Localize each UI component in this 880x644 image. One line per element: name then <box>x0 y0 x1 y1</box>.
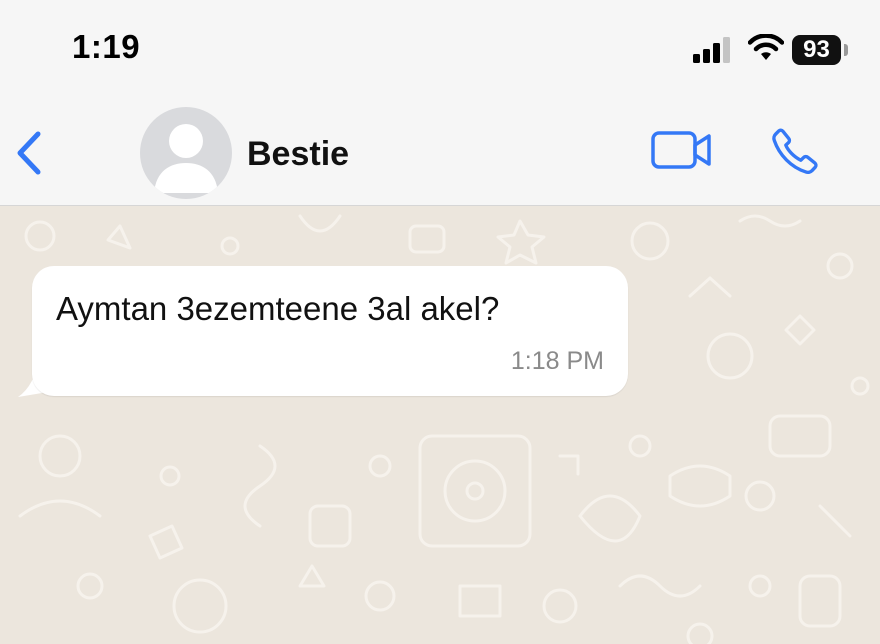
contact-name[interactable]: Bestie <box>247 135 349 174</box>
phone-icon[interactable] <box>768 124 822 178</box>
status-time: 1:19 <box>72 28 141 65</box>
default-avatar-icon <box>154 124 218 193</box>
chat-area[interactable]: Aymtan 3ezemteene 3al akel? 1:18 PM <box>0 206 880 644</box>
battery-icon: 93 <box>792 35 841 65</box>
message-time: 1:18 PM <box>510 347 604 375</box>
video-camera-icon[interactable] <box>650 128 714 174</box>
contact-avatar[interactable] <box>140 107 232 199</box>
message-text: Aymtan 3ezemteene 3al akel? <box>56 290 500 327</box>
battery-tip <box>844 44 848 56</box>
chat-header: Bestie <box>0 100 880 206</box>
status-bar: 1:19 93 <box>0 0 880 100</box>
cellular-signal-icon <box>693 37 730 63</box>
chevron-left-icon[interactable] <box>14 128 44 178</box>
message-bubble[interactable]: Aymtan 3ezemteene 3al akel? 1:18 PM <box>32 266 628 396</box>
battery-level: 93 <box>803 36 830 63</box>
wifi-icon <box>748 34 784 60</box>
